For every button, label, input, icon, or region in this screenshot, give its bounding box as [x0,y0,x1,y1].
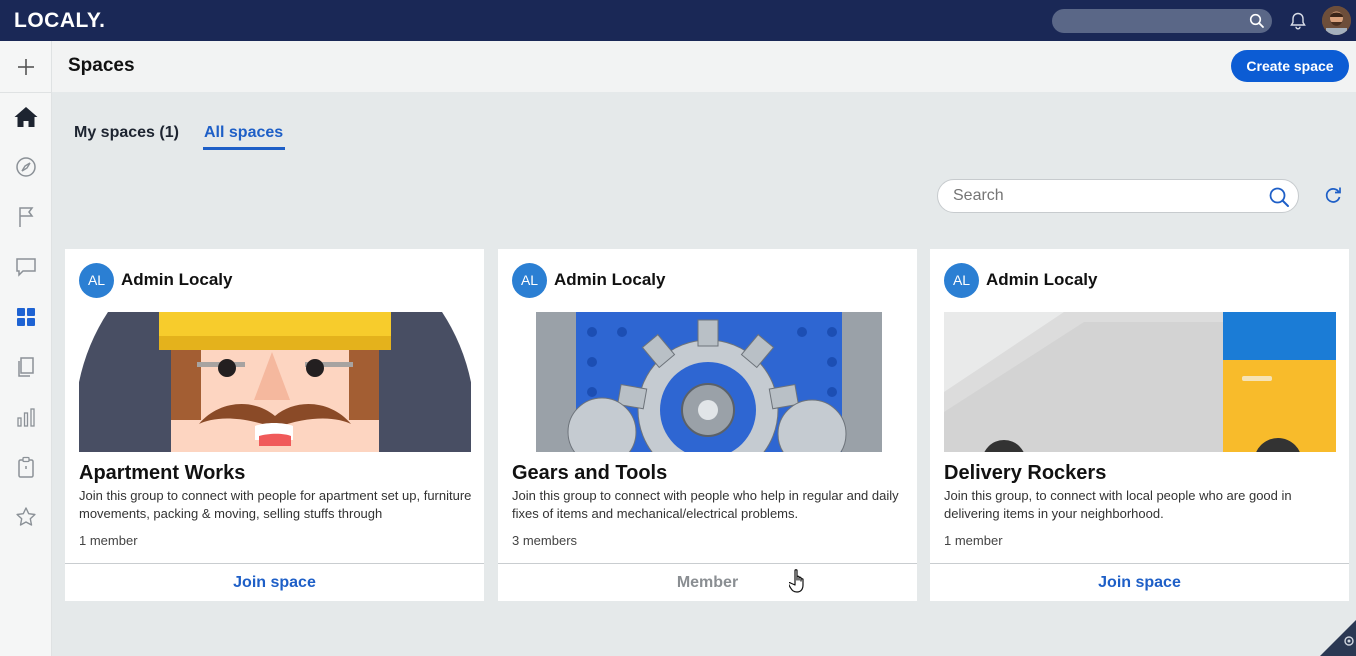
card-author: AL Admin Localy [944,262,1098,298]
bar-chart-icon [16,407,36,432]
global-search-input[interactable] [1052,9,1272,33]
sidebar-item-explore[interactable] [12,155,40,183]
join-space-button[interactable]: Join space [65,563,484,601]
clipboard-icon [17,456,35,483]
home-icon [13,105,39,134]
search-icon[interactable] [1249,13,1265,34]
sidebar-item-flags[interactable] [12,205,40,233]
sidebar-item-documents[interactable] [12,355,40,383]
sidebar-item-favorites[interactable] [12,505,40,533]
member-status-button[interactable]: Member [498,563,917,601]
handyman-illustration [79,312,471,452]
active-tab-indicator [203,147,285,150]
compass-icon [15,156,37,183]
create-space-button[interactable]: Create space [1231,50,1349,82]
bell-icon[interactable] [1288,11,1308,36]
gears-illustration [512,312,904,452]
app-logo[interactable]: LOCALY. [14,9,105,33]
card-title[interactable]: Apartment Works [79,462,245,485]
card-author: AL Admin Localy [512,262,666,298]
author-name: Admin Localy [554,270,666,289]
space-card[interactable]: AL Admin Localy Apartment Works Join thi… [65,249,484,601]
search-icon[interactable] [1268,186,1290,213]
member-count: 1 member [79,533,138,548]
space-card[interactable]: AL Admin Localy Delivery Rockers Join th… [930,249,1349,601]
user-avatar[interactable] [1322,6,1351,35]
author-avatar: AL [944,262,979,298]
sidebar [0,41,52,656]
hand-cursor-icon [787,568,809,599]
spaces-search-field[interactable] [937,179,1299,213]
card-description: Join this group to connect with people w… [512,488,899,521]
card-author: AL Admin Localy [79,262,233,298]
documents-icon [16,356,36,383]
star-icon [15,506,37,533]
card-description: Join this group to connect with people f… [79,488,472,521]
member-count: 3 members [512,533,578,548]
delivery-truck-illustration [944,312,1336,452]
gear-icon[interactable] [1342,634,1356,653]
tab-all-spaces[interactable]: All spaces [204,124,283,142]
card-description: Join this group, to connect with local p… [944,488,1292,521]
author-avatar: AL [512,262,547,298]
chat-icon [15,257,37,282]
space-card[interactable]: AL Admin Localy Gears and Tools Join thi… [498,249,917,601]
sidebar-item-clipboard[interactable] [12,455,40,483]
sidebar-item-messages[interactable] [12,255,40,283]
plus-icon[interactable] [16,57,36,82]
top-bar: LOCALY. [0,0,1356,41]
grid-icon [16,307,36,332]
author-name: Admin Localy [121,270,233,289]
tab-my-spaces[interactable]: My spaces (1) [74,124,179,142]
sidebar-item-add[interactable] [0,41,51,93]
page-title: Spaces [68,55,135,76]
refresh-icon[interactable] [1323,185,1343,210]
page-header: Spaces Create space [52,41,1356,92]
author-avatar: AL [79,262,114,298]
card-title[interactable]: Gears and Tools [512,462,667,485]
sidebar-item-reports[interactable] [12,405,40,433]
flag-icon [16,206,36,233]
sidebar-item-home[interactable] [12,105,40,133]
member-count: 1 member [944,533,1003,548]
author-name: Admin Localy [986,270,1098,289]
search-input[interactable] [953,187,1253,205]
card-title[interactable]: Delivery Rockers [944,462,1106,485]
sidebar-item-spaces[interactable] [12,305,40,333]
join-space-button[interactable]: Join space [930,563,1349,601]
